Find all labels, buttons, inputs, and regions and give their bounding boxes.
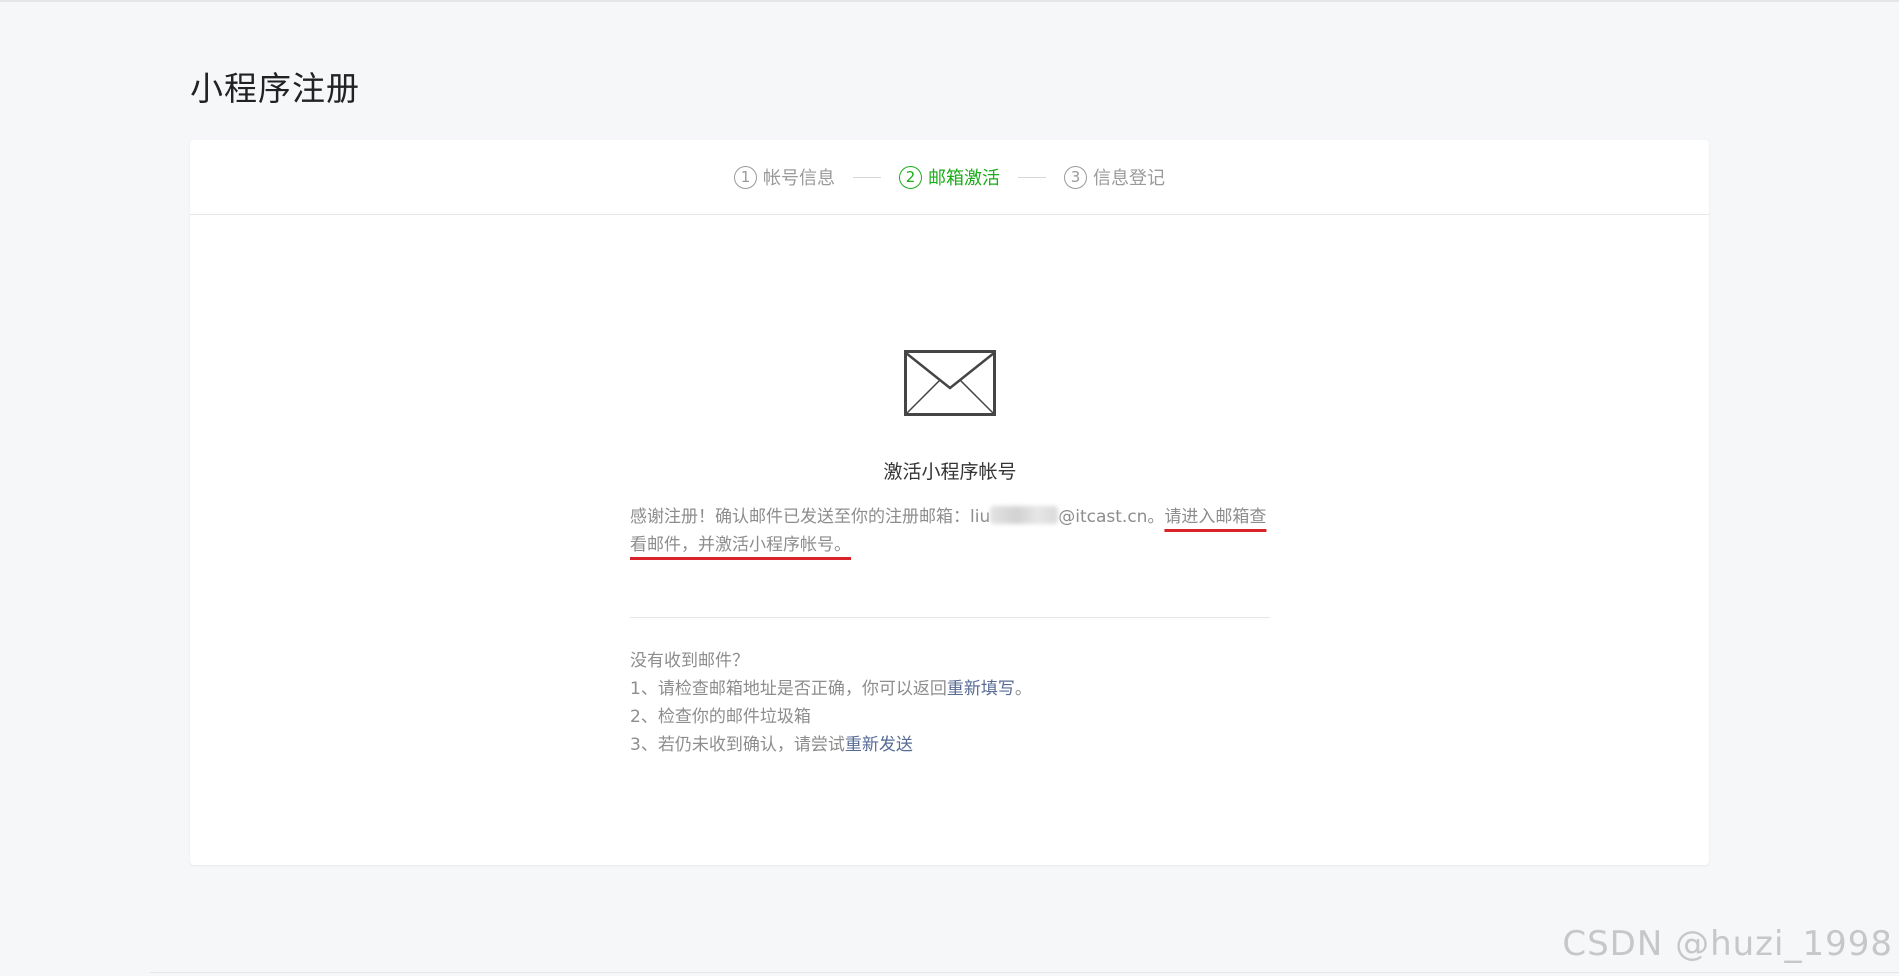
divider [630,617,1270,618]
refill-link[interactable]: 重新填写 [947,679,1015,699]
step-number: 1 [734,165,757,189]
step-separator [853,176,881,178]
help-item-text: 3、若仍未收到确认，请尝试 [630,735,845,755]
help-question: 没有收到邮件？ [630,651,749,671]
registration-card: 1 帐号信息 2 邮箱激活 3 信息登记 激活小程序帐号 感谢注册！确认邮件已发… [190,140,1709,865]
envelope-icon [904,350,996,416]
step-info-registration: 3 信息登记 [1064,164,1165,190]
resend-link[interactable]: 重新发送 [845,735,913,755]
bottom-border [150,972,1899,973]
step-label: 邮箱激活 [928,168,1000,189]
step-indicator: 1 帐号信息 2 邮箱激活 3 信息登记 [190,140,1709,215]
step-number: 2 [899,165,922,189]
step-separator [1018,176,1046,178]
help-item-text: 。 [1014,679,1032,699]
step-number: 3 [1064,165,1087,189]
masked-email-part [990,506,1059,524]
activation-message: 感谢注册！确认邮件已发送至你的注册邮箱：liu @itcast.cn。请进入邮箱查… [630,503,1270,559]
page-title: 小程序注册 [190,69,360,108]
step-email-activation: 2 邮箱激活 [899,164,1000,190]
help-item-2: 2、检查你的邮件垃圾箱 [630,707,811,727]
top-border [0,0,1899,2]
help-section: 没有收到邮件？ 1、请检查邮箱地址是否正确，你可以返回重新填写。 2、检查你的邮… [630,647,1270,759]
watermark: CSDN @huzi_1998 [1562,924,1893,964]
help-item-3: 3、若仍未收到确认，请尝试重新发送 [630,731,1270,759]
help-item-text: 1、请检查邮箱地址是否正确，你可以返回 [630,679,947,699]
message-prefix: 感谢注册！确认邮件已发送至你的注册邮箱：liu [630,507,991,527]
message-email-suffix: @itcast.cn。 [1058,507,1165,527]
step-label: 信息登记 [1093,168,1165,189]
step-account-info: 1 帐号信息 [734,164,835,190]
activation-heading: 激活小程序帐号 [883,461,1017,483]
step-label: 帐号信息 [763,168,835,189]
help-item-1: 1、请检查邮箱地址是否正确，你可以返回重新填写。 [630,675,1270,703]
activation-content: 激活小程序帐号 感谢注册！确认邮件已发送至你的注册邮箱：liu @itcast.c… [630,350,1270,759]
